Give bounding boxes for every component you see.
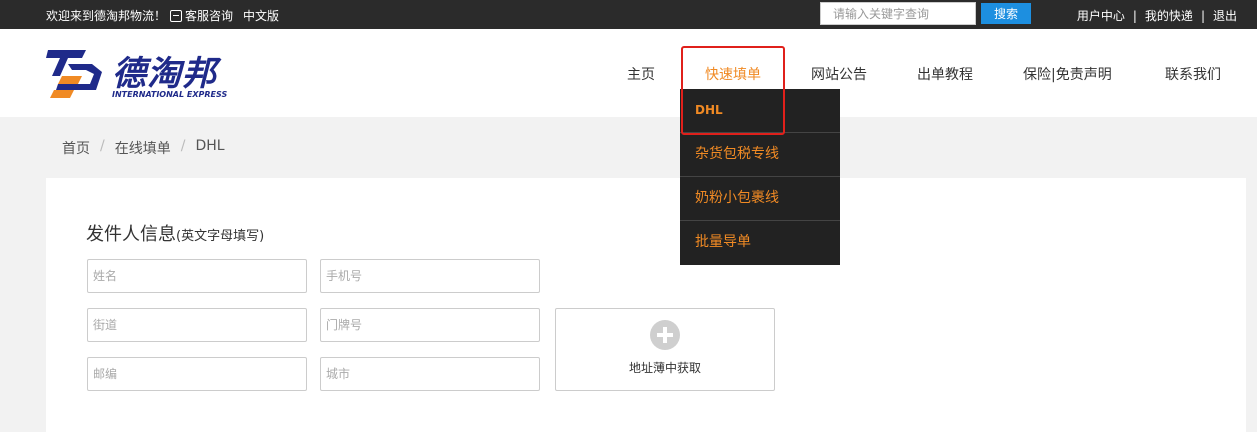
address-book-button[interactable]: 地址薄中获取 [555,308,775,391]
logo-mark-icon [46,50,102,98]
logo-name: 德淘邦 [112,54,217,94]
breadcrumb-home[interactable]: 首页 [62,138,90,158]
sender-info-note: (英文字母填写) [176,229,265,244]
chat-icon [170,9,183,22]
sender-form-panel: 发件人信息(英文字母填写) 地址薄中获取 [46,178,1246,432]
dropdown-item-milk-powder[interactable]: 奶粉小包裹线 [680,177,840,221]
top-links: 用户中心 | 我的快递 | 退出 [1077,7,1237,24]
sender-info-title: 发件人信息(英文字母填写) [86,220,264,246]
welcome-text: 欢迎来到德淘邦物流！ [46,9,167,23]
nav-tutorial[interactable]: 出单教程 [917,64,973,84]
my-express-link[interactable]: 我的快递 [1145,7,1193,24]
nav-insurance[interactable]: 保险|免责声明 [1023,64,1112,84]
search-button[interactable]: 搜索 [981,3,1031,24]
nav-contact[interactable]: 联系我们 [1165,64,1221,84]
house-number-field[interactable] [320,308,540,342]
dropdown-item-general-tax[interactable]: 杂货包税专线 [680,133,840,177]
dropdown-item-batch-import[interactable]: 批量导单 [680,221,840,265]
address-book-label: 地址薄中获取 [628,361,701,375]
phone-field[interactable] [320,259,540,293]
top-bar-left: 欢迎来到德淘邦物流！ 客服咨询 中文版 [46,7,279,24]
breadcrumb-online-order[interactable]: 在线填单 [115,138,171,158]
highlight-annotation [681,46,785,135]
city-field[interactable] [320,357,540,391]
nav-announcements[interactable]: 网站公告 [811,64,867,84]
street-field[interactable] [87,308,307,342]
sender-info-heading: 发件人信息 [86,224,176,245]
logo-subtitle: INTERNATIONAL EXPRESS [112,90,228,99]
language-link[interactable]: 中文版 [243,7,279,24]
nav-home[interactable]: 主页 [627,64,655,84]
customer-service-link[interactable]: 客服咨询 [170,7,233,24]
user-center-link[interactable]: 用户中心 [1077,7,1125,24]
header: 德淘邦 INTERNATIONAL EXPRESS 主页 快速填单 网站公告 出… [0,29,1257,117]
top-bar: 欢迎来到德淘邦物流！ 客服咨询 中文版 搜索 用户中心 | 我的快递 | 退出 [0,0,1257,29]
customer-service-label: 客服咨询 [185,9,234,23]
logout-link[interactable]: 退出 [1213,7,1237,24]
breadcrumb: 首页 / 在线填单 / DHL [62,138,225,158]
separator: | [1200,8,1205,23]
name-field[interactable] [87,259,307,293]
logo[interactable]: 德淘邦 INTERNATIONAL EXPRESS [46,46,236,102]
plus-icon [650,320,680,350]
breadcrumb-separator: / [180,138,186,154]
separator: | [1132,8,1137,23]
breadcrumb-current: DHL [195,138,225,154]
breadcrumb-separator: / [100,138,105,154]
postcode-field[interactable] [87,357,307,391]
search-input[interactable] [820,2,976,25]
